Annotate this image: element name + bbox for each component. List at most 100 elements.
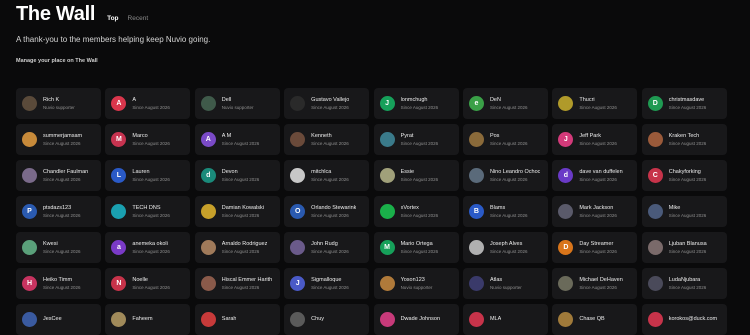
member-since: Since August 2026 (311, 177, 349, 182)
member-meta: Mario Ortega Since August 2026 (401, 241, 439, 254)
member-card[interactable]: C Chakyforking Since August 2026 (641, 160, 727, 191)
member-card[interactable]: Michael DeHaven Since August 2026 (552, 268, 638, 299)
member-meta: JesCee (43, 316, 62, 324)
avatar (379, 276, 395, 291)
member-since: Since August 2026 (579, 285, 617, 290)
member-card[interactable]: O Orlando Stewarink Since August 2026 (284, 196, 370, 227)
member-name: JesCee (43, 315, 62, 322)
member-name: korokos@duck.com (668, 315, 718, 322)
member-since: Since August 2026 (311, 141, 349, 146)
member-card[interactable]: M Mario Ortega Since August 2026 (373, 232, 459, 263)
member-since: Since August 2026 (43, 213, 81, 218)
member-meta: DeN Since August 2026 (490, 97, 528, 110)
member-card[interactable]: L Lauren Since August 2026 (105, 160, 191, 191)
member-card[interactable]: Chuy (284, 304, 370, 335)
member-card[interactable]: Sarah (194, 304, 280, 335)
avatar (290, 132, 306, 147)
avatar (558, 312, 574, 327)
member-card[interactable]: Hiscal Emmer Harith Since August 2026 (194, 268, 280, 299)
member-card[interactable]: a anemeka okoli Since August 2026 (105, 232, 191, 263)
member-name: Hiscal Emmer Harith (221, 277, 273, 283)
member-card[interactable]: A A Since August 2026 (105, 88, 191, 119)
member-card[interactable]: LudaNjubara Since August 2026 (641, 268, 727, 299)
avatar (22, 168, 37, 183)
member-name: Heiko Timm (43, 277, 73, 283)
member-since: Since August 2026 (400, 177, 439, 182)
member-meta: Nino Leandro Ochoc Since August 2026 (490, 169, 540, 182)
member-card[interactable]: Kraken Tech Since August 2026 (641, 124, 727, 155)
manage-place-link[interactable]: Manage your place on The Wall (16, 58, 98, 64)
member-card[interactable]: Arnaldo Rodriguez Since August 2026 (194, 232, 280, 263)
member-card[interactable]: J Jeff Park Since August 2026 (552, 124, 638, 155)
member-card[interactable]: Faheem (105, 304, 191, 335)
member-card[interactable]: JesCee (16, 304, 101, 335)
member-card[interactable]: TECH DNS Since August 2026 (105, 196, 191, 227)
member-card[interactable]: summerjamsam Since August 2026 (16, 124, 101, 155)
member-card[interactable]: Mark Jackson Since August 2026 (552, 196, 638, 227)
member-card[interactable]: MLA (462, 304, 548, 335)
member-card[interactable]: Nino Leandro Ochoc Since August 2026 (462, 160, 548, 191)
avatar (379, 168, 395, 183)
member-since: Nuvio supporter (489, 285, 522, 290)
member-card[interactable]: Kwesi Since August 2026 (16, 232, 101, 263)
member-card[interactable]: korokos@duck.com (641, 304, 727, 335)
member-card[interactable]: N Noelle Since August 2026 (105, 268, 191, 299)
member-card[interactable]: Pos Since August 2026 (462, 124, 548, 155)
member-card[interactable]: d dave van duffelen Since August 2026 (552, 160, 638, 191)
member-meta: Noelle Since August 2026 (132, 277, 170, 290)
member-card[interactable]: Mike Since August 2026 (641, 196, 727, 227)
member-card[interactable]: Pyrat Since August 2026 (373, 124, 459, 155)
member-since: Since August 2026 (311, 213, 349, 218)
member-card[interactable]: Chandler Faulman Since August 2026 (16, 160, 101, 191)
member-card[interactable]: Essie Since August 2026 (373, 160, 459, 191)
avatar: B (468, 204, 484, 219)
avatar (468, 240, 484, 255)
avatar (379, 312, 395, 327)
member-card[interactable]: John Rudg Since August 2026 (284, 232, 370, 263)
tab-recent[interactable]: Recent (128, 15, 149, 22)
member-card[interactable]: Damian Kowalski Since August 2026 (194, 196, 280, 227)
member-card[interactable]: Dwade Johnson (373, 304, 459, 335)
member-card[interactable]: Rich K Nuvio supporter (16, 88, 101, 119)
tab-top[interactable]: Top (107, 15, 118, 22)
avatar: d (200, 168, 216, 183)
avatar (290, 96, 306, 111)
member-meta: Mark Jackson Since August 2026 (579, 205, 617, 218)
member-card[interactable]: mitchlca Since August 2026 (284, 160, 370, 191)
member-name: Rich K (43, 97, 60, 103)
avatar (379, 132, 395, 147)
member-meta: summerjamsam Since August 2026 (43, 133, 82, 146)
member-name: Ljuban Blanusa (668, 241, 707, 247)
member-card[interactable]: d Devon Since August 2026 (194, 160, 280, 191)
member-card[interactable]: H Heiko Timm Since August 2026 (16, 268, 101, 299)
member-card[interactable]: M Marco Since August 2026 (105, 124, 191, 155)
member-since: Since August 2026 (400, 105, 439, 110)
member-card[interactable]: Dchristmasdave Since August 2026 (641, 88, 727, 119)
member-card[interactable]: Gustavo Vallejo Since August 2026 (284, 88, 370, 119)
avatar (22, 240, 37, 255)
member-card[interactable]: Pptsdazs123 Since August 2026 (16, 196, 101, 227)
member-name: DeN (489, 97, 501, 103)
member-card[interactable]: Thucri Since August 2026 (552, 88, 638, 119)
member-card[interactable]: B Blams Since August 2026 (462, 196, 548, 227)
avatar: d (558, 168, 574, 183)
member-card[interactable]: Dell Nuvio supporter (194, 88, 280, 119)
member-meta: korokos@duck.com (669, 316, 717, 324)
member-name: Marco (132, 133, 148, 139)
member-since: Since August 2026 (311, 249, 349, 254)
member-card[interactable]: Chase QB (552, 304, 638, 335)
member-meta: christmasdave Since August 2026 (669, 97, 707, 110)
member-card[interactable]: Kenneth Since August 2026 (284, 124, 370, 155)
member-card[interactable]: D Day Streamer Since August 2026 (552, 232, 638, 263)
member-name: Mike (668, 205, 681, 211)
member-card[interactable]: xVortex Since August 2026 (373, 196, 459, 227)
member-meta: Mike Since August 2026 (669, 205, 707, 218)
member-card[interactable]: Atlas Nuvio supporter (462, 268, 548, 299)
member-card[interactable]: Ljuban Blanusa Since August 2026 (641, 232, 727, 263)
member-card[interactable]: A A M Since August 2026 (194, 124, 280, 155)
member-card[interactable]: Joseph Alves Since August 2026 (462, 232, 548, 263)
member-card[interactable]: e DeN Since August 2026 (462, 88, 548, 119)
member-card[interactable]: J Sigmalloque Since August 2026 (284, 268, 370, 299)
member-card[interactable]: Jlonmchugh Since August 2026 (373, 88, 459, 119)
member-card[interactable]: Yoson123 Nuvio supporter (373, 268, 459, 299)
